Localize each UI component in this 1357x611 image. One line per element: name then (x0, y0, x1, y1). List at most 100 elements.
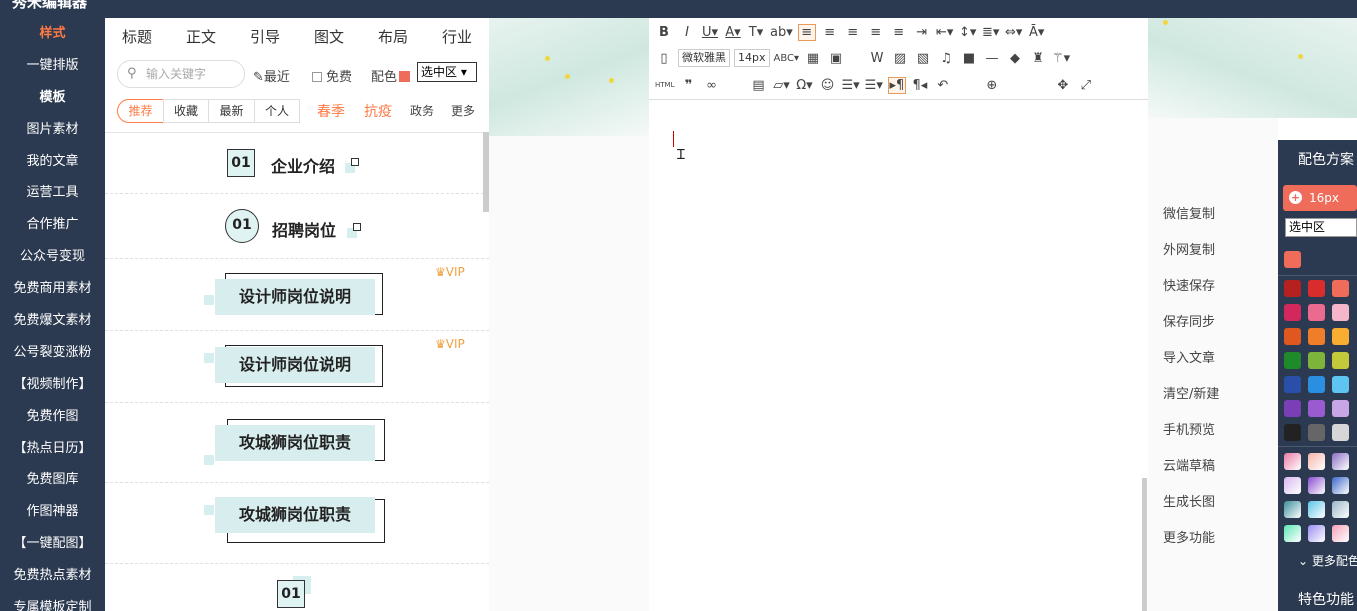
color-swatch[interactable] (1308, 280, 1325, 297)
more-functions-button[interactable]: 更多功能 (1163, 527, 1215, 546)
highlight-icon[interactable]: ab▾ (770, 25, 793, 40)
tab-layout[interactable]: 布局 (361, 26, 425, 47)
editor-canvas[interactable] (649, 100, 1148, 611)
color-swatch[interactable] (1308, 304, 1325, 321)
gradient-swatch[interactable] (1332, 453, 1349, 470)
color-swatch[interactable] (1284, 424, 1301, 441)
filter-recommend[interactable]: 推荐 (117, 99, 164, 123)
sidebar-item-custom-template[interactable]: 专属模板定制 (0, 592, 105, 611)
ltr-icon[interactable]: ▸¶ (887, 76, 906, 94)
sidebar-item-free-gallery[interactable]: 免费图库 (0, 464, 105, 496)
font-color-icon[interactable]: A▾ (724, 25, 742, 40)
zoom-icon[interactable]: ⊕ (983, 78, 1001, 93)
paint-bucket-icon[interactable]: ◆ (1006, 51, 1024, 66)
omega-icon[interactable]: Ω▾ (795, 78, 813, 93)
color-swatch[interactable] (1332, 328, 1349, 345)
broom-icon[interactable]: ♜ (1029, 51, 1047, 66)
font-family-select[interactable]: 微软雅黑 (678, 49, 730, 67)
more-colors-button[interactable]: ⌄ 更多配色 (1298, 552, 1357, 569)
line-height-icon[interactable]: ↕▾ (959, 25, 977, 40)
template-item[interactable]: 攻城狮岗位职责 (105, 403, 489, 483)
template-icon[interactable]: ▱▾ (772, 78, 790, 93)
ordered-list-icon[interactable]: ☰▾ (841, 78, 859, 93)
document-icon[interactable]: ▯ (655, 51, 673, 66)
template-item[interactable]: 01 招聘岗位 (105, 194, 489, 259)
color-swatch[interactable] (1332, 424, 1349, 441)
font-size-icon[interactable]: T▾ (747, 25, 765, 40)
color-swatch[interactable] (1308, 352, 1325, 369)
gradient-swatch[interactable] (1332, 477, 1349, 494)
gradient-swatch[interactable] (1308, 501, 1325, 518)
bold-icon[interactable]: B (655, 25, 673, 40)
emoji-icon[interactable]: ☺ (818, 78, 836, 93)
color-scope-select[interactable]: 选中区 ▾ (417, 62, 477, 82)
sidebar-item-my-articles[interactable]: 我的文章 (0, 146, 105, 178)
tab-image-text[interactable]: 图文 (297, 26, 361, 47)
sidebar-item-free-design[interactable]: 免费作图 (0, 401, 105, 433)
editor-scrollbar[interactable] (1142, 478, 1147, 611)
sidebar-item-ops-tools[interactable]: 运营工具 (0, 177, 105, 209)
color-swatch[interactable] (1284, 376, 1301, 393)
underline-icon[interactable]: U▾ (701, 25, 719, 40)
filter-latest[interactable]: 最新 (208, 99, 255, 123)
sidebar-item-monetize[interactable]: 公众号变现 (0, 241, 105, 273)
sidebar-item-templates[interactable]: 模板 (0, 82, 105, 114)
tab-title[interactable]: 标题 (105, 26, 169, 47)
sidebar-item-free-commercial[interactable]: 免费商用素材 (0, 273, 105, 305)
magic-wand-icon[interactable]: ⚚▾ (1052, 51, 1070, 66)
align-top-icon[interactable]: ≡ (867, 25, 885, 40)
template-item[interactable]: 攻城狮岗位职责 (105, 483, 489, 564)
color-swatch[interactable] (1308, 328, 1325, 345)
align-center-icon[interactable]: ≡ (821, 25, 839, 40)
spellcheck-icon[interactable]: ABC▾ (774, 53, 800, 64)
tag-spring[interactable]: 春季 (317, 101, 345, 121)
html-icon[interactable]: HTML (655, 81, 674, 89)
external-copy-button[interactable]: 外网复制 (1163, 239, 1215, 258)
sidebar-item-auto-image[interactable]: 【一键配图】 (0, 528, 105, 560)
color-swatch[interactable] (1284, 328, 1301, 345)
scope-select[interactable]: 选中区 (1285, 218, 1357, 237)
font-size-stepper[interactable]: +16px (1283, 185, 1357, 211)
multi-image-icon[interactable]: ▧ (914, 51, 932, 66)
quick-save-button[interactable]: 快速保存 (1163, 275, 1215, 294)
align-justify-icon[interactable]: ≡ (890, 25, 908, 40)
sidebar-item-partner[interactable]: 合作推广 (0, 209, 105, 241)
import-article-button[interactable]: 导入文章 (1163, 347, 1215, 366)
tag-more[interactable]: 更多 (451, 102, 475, 119)
gradient-swatch[interactable] (1332, 525, 1349, 542)
sidebar-item-design-tool[interactable]: 作图神器 (0, 496, 105, 528)
color-swatch[interactable] (1308, 400, 1325, 417)
move-icon[interactable]: ✥ (1054, 78, 1072, 93)
gradient-swatch[interactable] (1332, 501, 1349, 518)
long-image-button[interactable]: 生成长图 (1163, 491, 1215, 510)
sidebar-item-auto-layout[interactable]: 一键排版 (0, 50, 105, 82)
gradient-swatch[interactable] (1284, 525, 1301, 542)
plus-icon[interactable]: + (1289, 191, 1302, 204)
cloud-draft-button[interactable]: 云端草稿 (1163, 455, 1215, 474)
rtl-icon[interactable]: ¶◂ (911, 78, 929, 93)
clear-new-button[interactable]: 清空/新建 (1163, 383, 1219, 402)
align-right-icon[interactable]: ≡ (844, 25, 862, 40)
filter-personal[interactable]: 个人 (254, 99, 300, 123)
outdent-icon[interactable]: ⇤▾ (936, 25, 954, 40)
image-gallery-icon[interactable]: ▣ (827, 51, 845, 66)
color-swatch[interactable] (1332, 280, 1349, 297)
fullscreen-icon[interactable]: ⤢ (1077, 78, 1095, 93)
mobile-preview-button[interactable]: 手机预览 (1163, 419, 1215, 438)
clear-format-icon[interactable]: Ā▾ (1028, 25, 1046, 40)
color-swatch[interactable] (1332, 376, 1349, 393)
gradient-swatch[interactable] (1308, 453, 1325, 470)
sidebar-item-free-viral[interactable]: 免费爆文素材 (0, 305, 105, 337)
font-size-select[interactable]: 14px (734, 49, 770, 67)
tab-guide[interactable]: 引导 (233, 26, 297, 47)
tab-body[interactable]: 正文 (169, 26, 233, 47)
sidebar-item-fission[interactable]: 公号裂变涨粉 (0, 337, 105, 369)
format-painter-icon[interactable]: ▤ (749, 78, 767, 93)
color-swatch[interactable] (1284, 400, 1301, 417)
tab-industry[interactable]: 行业 (425, 26, 489, 47)
video-icon[interactable]: ■ (960, 51, 978, 66)
gradient-swatch[interactable] (1284, 477, 1301, 494)
color-swatch[interactable] (1284, 304, 1301, 321)
sidebar-item-style[interactable]: 样式 (0, 18, 105, 50)
gradient-swatch[interactable] (1284, 501, 1301, 518)
